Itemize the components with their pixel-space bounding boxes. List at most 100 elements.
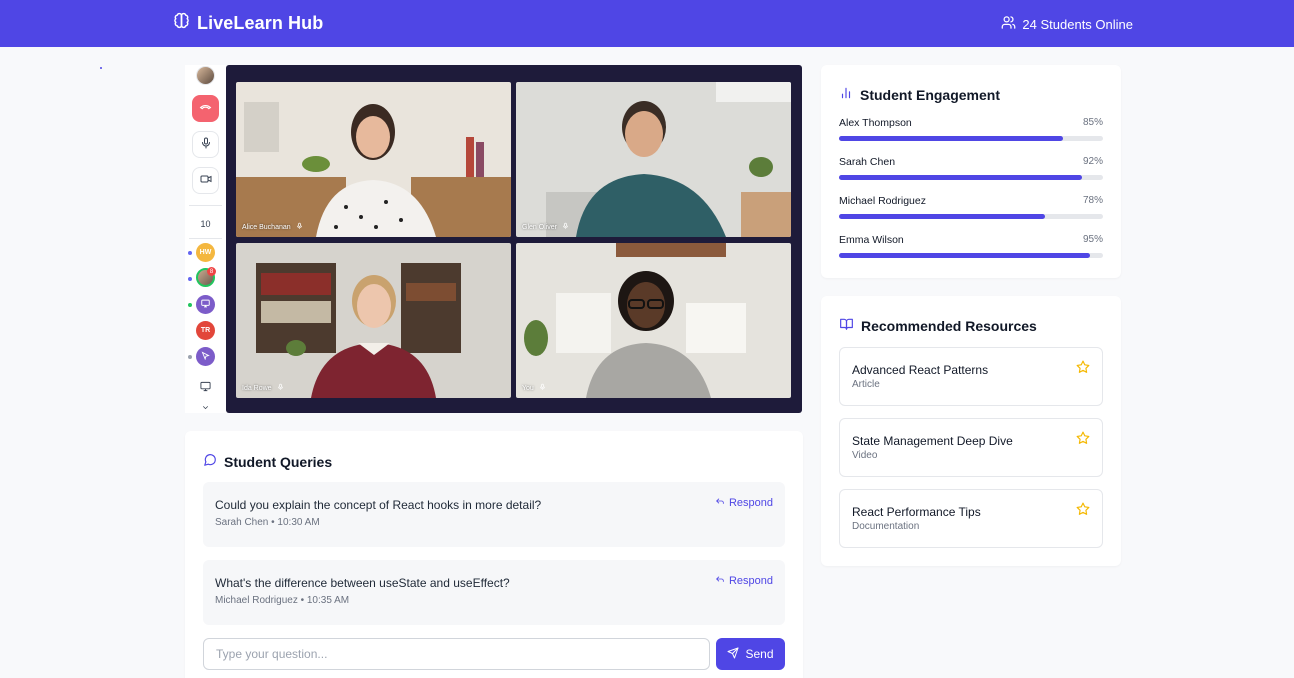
- students-online: 24 Students Online: [1001, 15, 1133, 33]
- host-avatar[interactable]: [192, 65, 219, 85]
- status-dot: [188, 277, 192, 281]
- screen-share-button[interactable]: [192, 374, 219, 401]
- participant-avatar[interactable]: 8: [196, 267, 216, 287]
- mic-icon: [200, 136, 212, 154]
- respond-button[interactable]: Respond: [715, 574, 773, 587]
- student-name: Emma Wilson: [839, 234, 904, 246]
- video-feed: [236, 243, 511, 398]
- participant-initials: TR: [200, 327, 211, 334]
- student-name: Michael Rodriguez: [839, 195, 926, 207]
- brain-icon: [173, 12, 190, 34]
- brand-name: LiveLearn Hub: [197, 12, 324, 33]
- tile-name-label: Ida Rowe: [242, 383, 284, 393]
- mic-icon: [562, 222, 569, 232]
- participant-initials: HW: [199, 249, 212, 256]
- reply-icon: [715, 496, 725, 509]
- engagement-row: Emma Wilson 95%: [839, 234, 1103, 258]
- query-item: Could you explain the concept of React h…: [203, 482, 785, 547]
- respond-button[interactable]: Respond: [715, 496, 773, 509]
- student-queries-card: Student Queries Could you explain the co…: [185, 431, 803, 678]
- monitor-icon: [200, 379, 211, 397]
- video-tile[interactable]: Ida Rowe: [236, 243, 511, 398]
- question-input[interactable]: [203, 638, 710, 670]
- card-title: Student Engagement: [860, 86, 1001, 103]
- video-tile[interactable]: Glen Oliver: [516, 82, 791, 237]
- cursor-icon: [201, 351, 210, 362]
- progress-fill: [839, 175, 1082, 180]
- query-item: What's the difference between useState a…: [203, 560, 785, 625]
- chevron-icon: [201, 399, 210, 413]
- resource-item[interactable]: Advanced React Patterns Article: [839, 347, 1103, 406]
- participant-tr[interactable]: TR: [196, 321, 215, 340]
- participant-count: 10: [192, 210, 219, 237]
- star-icon[interactable]: [1076, 360, 1090, 379]
- query-meta: Michael Rodriguez • 10:35 AM: [215, 595, 350, 606]
- mic-icon: [277, 383, 284, 393]
- send-label: Send: [745, 647, 774, 661]
- divider: [189, 238, 222, 239]
- notification-badge: 8: [207, 267, 216, 276]
- resource-item[interactable]: React Performance Tips Documentation: [839, 489, 1103, 548]
- status-dot: [188, 303, 192, 307]
- app-header: LiveLearn Hub 24 Students Online: [0, 0, 1294, 47]
- status-dot: [188, 355, 192, 359]
- progress-track: [839, 175, 1103, 180]
- tile-name-label: Glen Oliver: [522, 222, 569, 232]
- mic-button[interactable]: [192, 131, 219, 158]
- engagement-percent: 78%: [1082, 195, 1103, 206]
- mic-icon: [539, 383, 546, 393]
- more-button[interactable]: [192, 401, 219, 413]
- participant-count-value: 10: [200, 218, 211, 229]
- resource-title: React Performance Tips: [852, 505, 981, 519]
- monitor-icon: [201, 299, 210, 310]
- status-dot: [188, 251, 192, 255]
- resource-type: Video: [852, 450, 878, 461]
- resource-title: State Management Deep Dive: [852, 434, 1013, 448]
- star-icon[interactable]: [1076, 502, 1090, 521]
- respond-label: Respond: [728, 574, 773, 587]
- respond-label: Respond: [728, 496, 773, 509]
- end-call-button[interactable]: [192, 95, 219, 122]
- resource-type: Article: [852, 379, 880, 390]
- video-tile[interactable]: Alice Buchanan: [236, 82, 511, 237]
- card-header: Student Engagement: [839, 86, 1000, 103]
- video-grid: Alice Buchanan Glen Oliver Ida Rowe You: [226, 65, 802, 413]
- progress-fill: [839, 253, 1090, 258]
- participant-name: You: [522, 384, 534, 392]
- participant-name: Glen Oliver: [522, 223, 558, 231]
- send-button[interactable]: Send: [716, 638, 785, 670]
- video-feed: [516, 82, 791, 237]
- engagement-percent: 85%: [1082, 117, 1103, 128]
- video-tile[interactable]: You: [516, 243, 791, 398]
- resource-title: Advanced React Patterns: [852, 363, 989, 377]
- divider: [189, 205, 222, 206]
- star-icon[interactable]: [1076, 431, 1090, 450]
- engagement-row: Michael Rodriguez 78%: [839, 195, 1103, 219]
- card-header: Student Queries: [203, 453, 332, 470]
- camera-button[interactable]: [192, 167, 219, 194]
- pointer-participant[interactable]: [196, 347, 215, 366]
- participant-name: Alice Buchanan: [242, 223, 291, 231]
- student-engagement-card: Student Engagement Alex Thompson 85% Sar…: [821, 65, 1121, 278]
- tile-name-label: Alice Buchanan: [242, 222, 303, 232]
- tile-name-label: You: [522, 383, 546, 393]
- card-title: Student Queries: [224, 453, 333, 470]
- brand[interactable]: LiveLearn Hub: [173, 12, 323, 34]
- message-circle-icon: [203, 453, 217, 470]
- bar-chart-icon: [839, 86, 853, 103]
- card-title: Recommended Resources: [861, 317, 1037, 334]
- query-text: What's the difference between useState a…: [215, 576, 510, 590]
- query-text: Could you explain the concept of React h…: [215, 498, 542, 512]
- control-rail: 10 HW 8 TR: [185, 65, 226, 413]
- query-meta: Sarah Chen • 10:30 AM: [215, 517, 320, 528]
- resource-item[interactable]: State Management Deep Dive Video: [839, 418, 1103, 477]
- card-header: Recommended Resources: [839, 317, 1037, 334]
- students-online-label: 24 Students Online: [1022, 16, 1133, 32]
- video-icon: [200, 172, 212, 190]
- participant-hw[interactable]: HW: [196, 243, 215, 262]
- phone-off-icon: [199, 100, 212, 118]
- progress-track: [839, 136, 1103, 141]
- participant-name: Ida Rowe: [242, 384, 272, 392]
- engagement-row: Alex Thompson 85%: [839, 117, 1103, 141]
- screen-share-participant[interactable]: [196, 295, 215, 314]
